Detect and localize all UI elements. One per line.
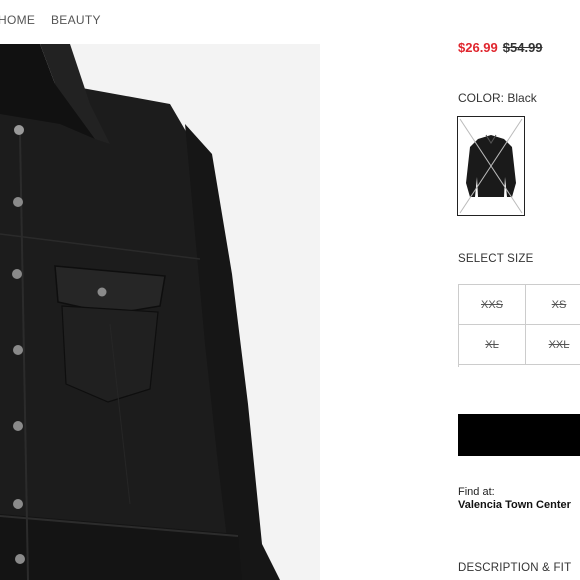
size-option-xs[interactable]: XS — [526, 285, 580, 325]
sale-price: $26.99 — [458, 40, 498, 55]
color-label-prefix: COLOR: — [458, 91, 505, 105]
denim-jacket-photo — [0, 44, 320, 580]
color-label: COLOR: Black — [458, 91, 537, 105]
top-navigation: HOME BEAUTY — [0, 0, 580, 40]
description-fit-toggle[interactable]: DESCRIPTION & FIT — [458, 562, 571, 574]
swatch-thumbnail — [458, 117, 524, 215]
nav-item-beauty[interactable]: BEAUTY — [51, 13, 101, 27]
size-option-xxl[interactable]: XXL — [526, 325, 580, 365]
nav-item-home[interactable]: HOME — [0, 13, 35, 27]
color-value: Black — [507, 91, 537, 105]
select-size-label: SELECT SIZE — [458, 253, 534, 265]
size-option-xl[interactable]: XL — [459, 325, 526, 365]
add-to-bag-button[interactable] — [458, 414, 580, 456]
find-at-label: Find at: — [458, 486, 495, 498]
size-option-xxs[interactable]: XXS — [459, 285, 526, 325]
original-price: $54.99 — [502, 40, 543, 55]
store-name[interactable]: Valencia Town Center — [458, 499, 571, 511]
size-grid: XXS XS XL XXL — [458, 284, 580, 367]
price-row: $26.99 $54.99 — [458, 40, 543, 55]
color-swatch-black[interactable] — [457, 116, 525, 216]
product-image[interactable] — [0, 44, 320, 580]
